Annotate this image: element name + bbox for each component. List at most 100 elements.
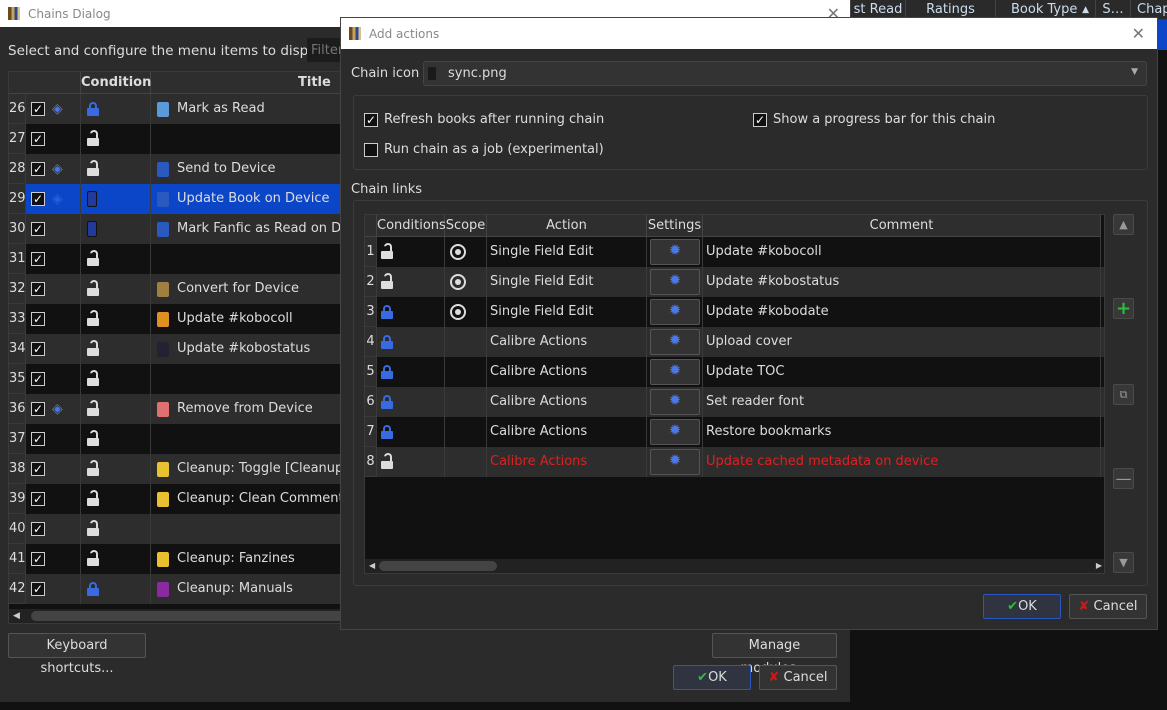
scroll-left-icon[interactable]: ◀ [369,559,375,573]
active-checkbox[interactable]: ✓ [31,132,45,146]
comment-cell[interactable]: Update cached metadata on device [703,447,1101,477]
lock-closed-icon[interactable] [87,582,99,596]
chain-link-row[interactable]: 1 Single Field Edit ✹ Update #kobocoll [365,237,1104,267]
move-up-button[interactable]: ▲ [1113,214,1134,235]
lock-closed-icon[interactable] [381,365,393,379]
column-header-settings[interactable]: Settings [647,215,703,237]
column-header-action[interactable]: Action [487,215,647,237]
remove-link-button[interactable]: — [1113,468,1134,489]
cancel-button[interactable]: ✘ Cancel [759,665,837,690]
active-checkbox[interactable]: ✓ [31,162,45,176]
chain-link-row[interactable]: 4 Calibre Actions ✹ Upload cover [365,327,1104,357]
lock-closed-icon[interactable] [381,395,393,409]
column-header-comment[interactable]: Comment [703,215,1101,237]
menu-item-row[interactable]: 40 ✓ [9,514,347,544]
lock-open-icon[interactable] [381,453,393,469]
chain-link-row[interactable]: 3 Single Field Edit ✹ Update #kobodate [365,297,1104,327]
menu-item-row[interactable]: 33 ✓ Update #kobocoll [9,304,347,334]
active-checkbox[interactable]: ✓ [31,402,45,416]
active-checkbox[interactable]: ✓ [31,492,45,506]
comment-cell[interactable]: Update #kobocoll [703,237,1101,267]
lock-open-icon[interactable] [87,280,99,296]
ok-button[interactable]: ✔OK [983,594,1061,619]
horizontal-scrollbar[interactable]: ◀ [9,609,347,623]
checkbox[interactable]: ✓ [753,113,767,127]
menu-item-row[interactable]: 37 ✓ [9,424,347,454]
close-icon[interactable]: ✕ [1132,24,1145,43]
lock-closed-icon[interactable] [381,425,393,439]
menu-item-row[interactable]: 34 ✓ Update #kobostatus [9,334,347,364]
menu-item-row[interactable]: 35 ✓ [9,364,347,394]
active-checkbox[interactable]: ✓ [31,282,45,296]
add-link-button[interactable]: + [1113,298,1134,319]
keyboard-shortcuts-button[interactable]: Keyboard shortcuts... [8,633,146,676]
action-cell[interactable]: Single Field Edit [487,267,647,297]
scroll-left-icon[interactable]: ◀ [13,609,20,623]
comment-cell[interactable]: Update #kobodate [703,297,1101,327]
lock-open-icon[interactable] [87,430,99,446]
lock-closed-icon[interactable] [381,335,393,349]
lock-open-icon[interactable] [87,130,99,146]
comment-cell[interactable]: Restore bookmarks [703,417,1101,447]
menu-item-row[interactable]: 41 ✓ Cleanup: Fanzines [9,544,347,574]
column-header-conditions[interactable]: Conditions [377,215,446,237]
active-checkbox[interactable]: ✓ [31,222,45,236]
comment-cell[interactable]: Upload cover [703,327,1101,357]
menu-item-row[interactable]: 27 ✓ [9,124,347,154]
column-header-title[interactable]: Title [151,72,347,94]
active-checkbox[interactable]: ✓ [31,312,45,326]
horizontal-scrollbar[interactable]: ◀ ▶ [365,559,1104,573]
chain-link-row[interactable]: 6 Calibre Actions ✹ Set reader font [365,387,1104,417]
chain-link-row[interactable]: 2 Single Field Edit ✹ Update #kobostatus [365,267,1104,297]
menu-item-row[interactable]: 42 ✓ Cleanup: Manuals [9,574,347,604]
menu-item-row[interactable]: 30 ✓ Mark Fanfic as Read on Device [9,214,347,244]
scope-icon[interactable] [450,244,466,260]
settings-button[interactable]: ✹ [650,329,700,355]
menu-item-row[interactable]: 38 ✓ Cleanup: Toggle [Cleanup] [9,454,347,484]
lock-open-icon[interactable] [87,160,99,176]
manage-modules-button[interactable]: Manage modules... [712,633,837,676]
checkbox[interactable] [364,143,378,157]
scrollbar-thumb[interactable] [31,611,347,621]
active-checkbox[interactable]: ✓ [31,372,45,386]
column-header-scope[interactable]: Scope [445,215,487,237]
action-cell[interactable]: Single Field Edit [487,297,647,327]
settings-button[interactable]: ✹ [650,419,700,445]
lock-open-icon[interactable] [87,340,99,356]
column-header-blank[interactable] [9,72,81,94]
lock-open-icon[interactable] [87,520,99,536]
settings-button[interactable]: ✹ [650,299,700,325]
lock-open-icon[interactable] [87,310,99,326]
active-checkbox[interactable]: ✓ [31,342,45,356]
active-checkbox[interactable]: ✓ [31,432,45,446]
scroll-right-icon[interactable]: ▶ [1096,559,1102,573]
lock-closed-icon[interactable] [87,102,99,116]
menu-item-row[interactable]: 39 ✓ Cleanup: Clean Comments [9,484,347,514]
copy-link-button[interactable]: ⧉ [1113,384,1134,405]
menu-item-row[interactable]: 32 ✓ Convert for Device [9,274,347,304]
cancel-button[interactable]: ✘ Cancel [1069,594,1147,619]
active-checkbox[interactable]: ✓ [31,252,45,266]
action-cell[interactable]: Calibre Actions [487,357,647,387]
active-checkbox[interactable]: ✓ [31,462,45,476]
chain-link-row[interactable]: 7 Calibre Actions ✹ Restore bookmarks [365,417,1104,447]
scope-icon[interactable] [450,304,466,320]
menu-item-row[interactable]: 29 ✓ ◈ Update Book on Device [9,184,347,214]
action-cell[interactable]: Single Field Edit [487,237,647,267]
lock-open-icon[interactable] [87,460,99,476]
lock-open-icon[interactable] [87,490,99,506]
settings-button[interactable]: ✹ [650,389,700,415]
chain-link-row[interactable]: 8 Calibre Actions ✹ Update cached metada… [365,447,1104,477]
move-down-button[interactable]: ▼ [1113,552,1134,573]
active-checkbox[interactable]: ✓ [31,192,45,206]
settings-button[interactable]: ✹ [650,239,700,265]
menu-item-row[interactable]: 31 ✓ [9,244,347,274]
active-checkbox[interactable]: ✓ [31,552,45,566]
comment-cell[interactable]: Update #kobostatus [703,267,1101,297]
settings-button[interactable]: ✹ [650,269,700,295]
menu-item-row[interactable]: 36 ✓ ◈ Remove from Device [9,394,347,424]
column-header-conditions[interactable]: Conditions [81,72,159,94]
menu-item-row[interactable]: 28 ✓ ◈ Send to Device [9,154,347,184]
chain-link-row[interactable]: 5 Calibre Actions ✹ Update TOC [365,357,1104,387]
menu-item-row[interactable]: 26 ✓ ◈ Mark as Read [9,94,347,124]
